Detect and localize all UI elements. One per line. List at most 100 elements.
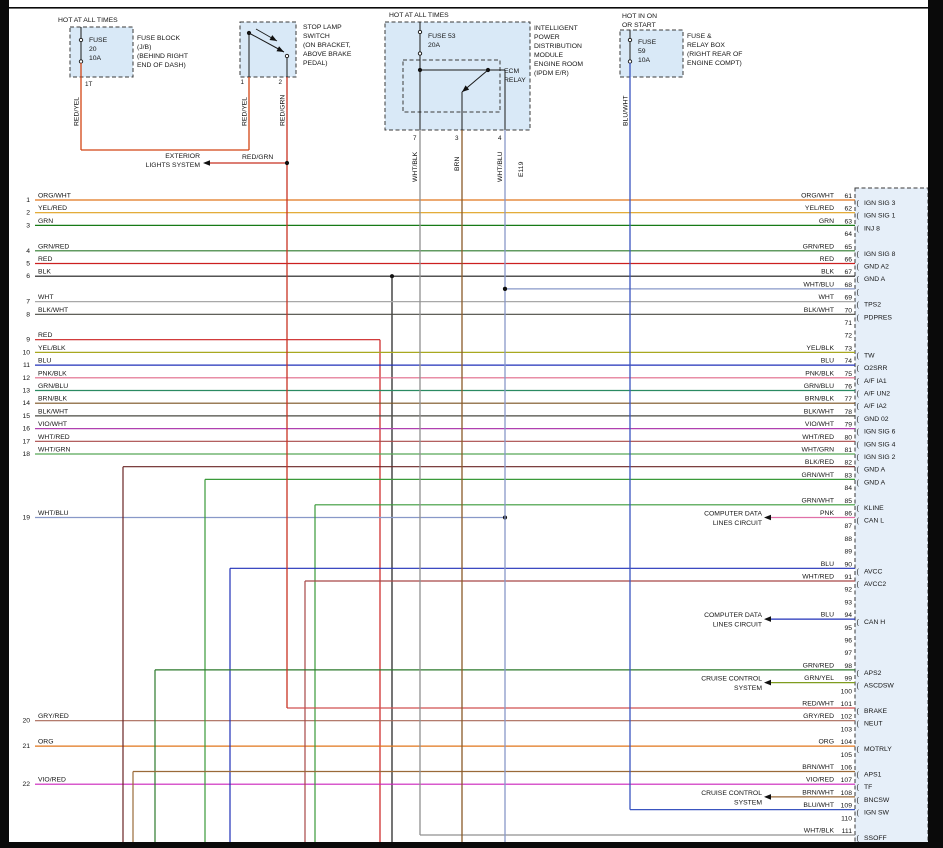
component-name: DISTRIBUTION: [534, 43, 582, 50]
hot-in-on-or-start-label: OR START: [622, 22, 656, 29]
left-row-number: 12: [22, 375, 30, 382]
pin-wire-color-label: GRN/BLU: [804, 383, 834, 390]
pin-number: 103: [841, 726, 853, 733]
left-wire-label: WHT: [38, 294, 53, 301]
pin-signal-name: IGN SW: [864, 810, 890, 817]
terminal-circle: [628, 38, 631, 41]
terminal-circle: [285, 54, 288, 57]
pin-wire-color-label: BLK/RED: [805, 459, 834, 466]
pin-signal-name: IGN SIG 8: [864, 251, 896, 258]
annotation-text: COMPUTER DATA: [704, 511, 762, 518]
pin-number: 64: [844, 231, 852, 238]
terminal-number: 4: [498, 135, 502, 142]
component-name: SWITCH: [303, 33, 330, 40]
fuse-label: 20A: [428, 42, 441, 49]
left-wire-label: GRN/BLU: [38, 383, 68, 390]
pin-number: 95: [844, 625, 852, 632]
component-name: RELAY BOX: [687, 42, 725, 49]
pin-wire-color-label: BLU: [821, 358, 834, 365]
pin-number: 86: [844, 511, 852, 518]
left-row-number: 14: [22, 400, 30, 407]
pin-signal-name: BRAKE: [864, 708, 888, 715]
vertical-wire-label: RED/GRN: [280, 95, 287, 126]
offpage-system-label: EXTERIOR: [165, 153, 200, 160]
left-row-number: 11: [23, 362, 30, 369]
left-row-number: 22: [22, 781, 30, 788]
pin-number: 79: [844, 422, 852, 429]
pin-wire-color-label: BRN/WHT: [802, 789, 834, 796]
pin-signal-name: ASCDSW: [864, 683, 894, 690]
fuse-label: 59: [638, 48, 646, 55]
component-name: (ON BRACKET,: [303, 42, 351, 49]
pin-signal-name: CAN H: [864, 619, 885, 626]
pin-wire-color-label: BLK/WHT: [804, 408, 834, 415]
pin-number: 65: [844, 244, 852, 251]
left-row-number: 7: [26, 299, 30, 306]
left-wire-label: BLK: [38, 269, 51, 276]
terminal-number: 3: [455, 135, 459, 142]
pin-signal-name: AVCC2: [864, 581, 886, 588]
pin-wire-color-label: GRN/YEL: [804, 675, 834, 682]
left-row-number: 6: [26, 273, 30, 280]
left-row-number: 21: [22, 743, 30, 750]
left-row-number: 15: [22, 413, 30, 420]
diagram-canvas: 1ORG/WHT2YEL/RED3GRN4GRN/RED5RED6BLK7WHT…: [0, 0, 943, 848]
pin-number: 70: [844, 307, 852, 314]
left-row-number: 18: [22, 451, 30, 458]
pin-signal-name: IGN SIG 2: [864, 454, 896, 461]
pin-wire-color-label: BLU: [821, 561, 834, 568]
wiring-diagram: 1ORG/WHT2YEL/RED3GRN4GRN/RED5RED6BLK7WHT…: [0, 0, 943, 848]
hot-at-all-times-label: HOT AT ALL TIMES: [58, 17, 118, 24]
vertical-wire-label: RED/YEL: [74, 97, 81, 126]
pin-wire-color-label: BLU: [821, 612, 834, 619]
left-row-number: 13: [22, 388, 30, 395]
left-row-number: 17: [22, 438, 30, 445]
pin-signal-name: SSOFF: [864, 835, 887, 842]
pin-signal-name: GND A: [864, 276, 886, 283]
page-edge-right: [928, 0, 943, 848]
pin-signal-name: GND A2: [864, 264, 889, 271]
left-wire-label: BLU: [38, 358, 51, 365]
component-name: POWER: [534, 34, 560, 41]
component-name: ENGINE COMPT): [687, 60, 742, 67]
pin-number: 92: [844, 587, 852, 594]
offpage-system-label: LIGHTS SYSTEM: [146, 162, 201, 169]
pin-wire-color-label: BLK: [821, 269, 834, 276]
fuse-label: 20: [89, 46, 97, 53]
pin-signal-name: INJ 8: [864, 225, 880, 232]
pin-wire-color-label: YEL/BLK: [806, 345, 834, 352]
pin-wire-color-label: WHT/RED: [802, 434, 834, 441]
terminal-circle: [418, 30, 421, 33]
pin-signal-name: TF: [864, 784, 872, 791]
pin-number: 110: [841, 815, 852, 822]
component-name: MODULE: [534, 52, 564, 59]
pin-number: 84: [844, 485, 852, 492]
pin-wire-color-label: WHT/BLU: [803, 281, 834, 288]
terminal-number: 1T: [85, 81, 93, 88]
pin-signal-name: IGN SIG 3: [864, 200, 896, 207]
fuse-label: FUSE 53: [428, 33, 456, 40]
pin-number: 94: [844, 612, 852, 619]
relay-label: RELAY: [504, 77, 526, 84]
pin-signal-name: O2SRR: [864, 365, 888, 372]
pin-signal-name: MOTRLY: [864, 746, 892, 753]
pin-number: 61: [844, 193, 852, 200]
left-row-number: 4: [26, 248, 30, 255]
pin-signal-name: IGN SIG 4: [864, 441, 896, 448]
annotation-text: CRUISE CONTROL: [701, 790, 762, 797]
annotation-text: SYSTEM: [734, 685, 762, 692]
junction-dot: [285, 161, 289, 165]
left-wire-label: ORG/WHT: [38, 193, 71, 200]
pin-number: 87: [844, 523, 852, 530]
pin-signal-name: IGN SIG 1: [864, 213, 896, 220]
fuse-label: 10A: [638, 57, 651, 64]
pin-number: 105: [841, 752, 853, 759]
pin-wire-color-label: WHT: [819, 294, 834, 301]
left-wire-label: VIO/RED: [38, 777, 66, 784]
terminal-number: 7: [413, 135, 417, 142]
pin-signal-name: PDPRES: [864, 314, 892, 321]
left-wire-label: ORG: [38, 739, 53, 746]
pin-wire-color-label: ORG/WHT: [801, 193, 834, 200]
annotation-text: SYSTEM: [734, 799, 762, 806]
fuse-label: 10A: [89, 55, 102, 62]
